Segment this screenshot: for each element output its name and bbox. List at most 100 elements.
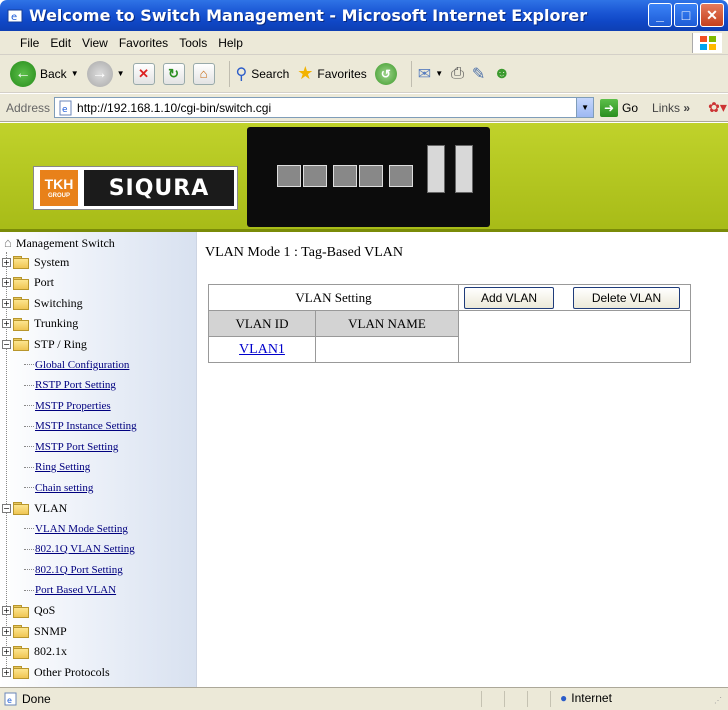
expand-icon[interactable]: + [2,626,11,636]
globe-icon: ● [560,691,568,705]
sidebar-item-system[interactable]: + System [2,253,69,271]
expand-icon[interactable]: + [2,278,11,287]
search-label: Search [251,66,290,81]
collapse-icon[interactable]: − [2,339,11,349]
status-pane [481,691,504,707]
main-content: VLAN Mode 1 : Tag-Based VLAN VLAN Settin… [198,232,728,687]
sidebar-item-trunking[interactable]: + Trunking [2,315,78,333]
sidebar-link-mstp-properties[interactable]: MSTP Properties [24,397,111,415]
delete-vlan-button[interactable]: Delete VLAN [573,286,680,309]
close-button[interactable]: ✕ [700,3,724,27]
history-button[interactable]: ↺ [374,62,397,85]
sidebar-item-other-protocols[interactable]: + Other Protocols [2,663,110,681]
navigation-tree: ⌂ Management Switch + System + Port + Switchi… [0,232,197,687]
window-title: Welcome to Switch Management - Microsoft… [29,6,588,25]
expand-icon[interactable]: + [2,257,11,267]
sidebar-link-port-based-vlan[interactable]: Port Based VLAN [24,581,116,599]
print-button[interactable]: ⎙ [451,65,464,83]
address-dropdown-icon[interactable]: ▼ [576,98,594,117]
expand-icon[interactable]: + [2,647,11,656]
edit-icon: ✎ [471,65,486,83]
sidebar-link-label[interactable]: Global Configuration [35,359,129,371]
back-button[interactable]: ← Back ▼ [10,60,79,87]
sidebar-link-label[interactable]: MSTP Port Setting [35,441,118,453]
sidebar-link-802-1q-vlan-setting[interactable]: 802.1Q VLAN Setting [24,540,135,558]
menu-bar: File Edit View Favorites Tools Help [0,31,728,55]
sidebar-link-ring-setting[interactable]: Ring Setting [24,458,90,476]
stop-button[interactable]: ✕ [132,62,155,85]
messenger-button[interactable]: ☻ [493,65,510,83]
links-label: Links [652,100,681,115]
collapse-icon[interactable]: − [2,503,11,513]
sidebar-item-802-1x[interactable]: +802.1x [2,643,67,661]
address-input[interactable]: e http://192.168.1.10/cgi-bin/switch.cgi… [54,97,595,118]
toolbar-extension-icon[interactable]: ✿▾ [708,99,727,116]
vlan-mode-title: VLAN Mode 1 : Tag-Based VLAN [205,245,403,260]
sidebar-item-port[interactable]: + Port [2,274,54,292]
sidebar-item-label: Trunking [34,316,79,330]
menu-tools[interactable]: Tools [179,36,207,50]
menu-help[interactable]: Help [218,36,243,50]
sidebar-item-stp-ring[interactable]: − STP / Ring [2,335,87,353]
sidebar-item-switching[interactable]: + Switching [2,294,83,312]
sidebar-link-label[interactable]: 802.1Q Port Setting [35,564,123,576]
sidebar-item-snmp[interactable]: + SNMP [2,622,67,640]
refresh-button[interactable]: ↻ [162,62,185,85]
sidebar-link-label[interactable]: Ring Setting [35,461,90,473]
sidebar-link-rstp-port-setting[interactable]: RSTP Port Setting [24,376,116,394]
resize-grip-icon[interactable]: ⋰ [714,696,726,708]
vlan-table: VLAN Setting Add VLAN Delete VLAN VLAN ID… [208,284,691,363]
folder-icon [13,645,29,659]
forward-button[interactable]: → ▼ [86,60,125,87]
expand-icon[interactable]: + [2,667,11,677]
sidebar-link-label[interactable]: 802.1Q VLAN Setting [35,543,135,555]
search-button[interactable]: ⚲ Search [236,64,290,84]
tree-root[interactable]: ⌂ Management Switch [4,234,115,252]
menu-view[interactable]: View [82,36,108,50]
sidebar-link-vlan-mode-setting[interactable]: VLAN Mode Setting [24,520,128,538]
tree-connector [24,446,34,447]
minimize-button[interactable]: _ [648,3,672,27]
expand-icon[interactable]: + [2,606,11,615]
status-pane [504,691,527,707]
sidebar-item-label: Switching [34,295,83,310]
status-bar: e Done ● Internet ⋰ [0,687,728,710]
go-button[interactable]: ➜ Go [600,98,638,117]
home-button[interactable]: ⌂ [192,62,215,85]
sidebar-item-qos[interactable]: + QoS [2,602,55,620]
add-vlan-button[interactable]: Add VLAN [464,286,554,309]
vlan-setting-label: VLAN Setting [208,284,459,311]
dropdown-arrow-icon: ▼ [116,69,125,78]
address-bar: Address e http://192.168.1.10/cgi-bin/sw… [0,94,728,122]
search-icon: ⚲ [235,65,248,83]
mail-button[interactable]: ✉ ▼ [418,64,443,84]
sidebar-link-chain-setting[interactable]: Chain setting [24,479,93,497]
sidebar-link-global-configuration[interactable]: Global Configuration [24,356,129,374]
vlan1-link[interactable]: VLAN1 [239,342,285,357]
security-zone: ● Internet [560,691,612,705]
sidebar-link-mstp-instance-setting[interactable]: MSTP Instance Setting [24,417,137,435]
sidebar-link-label[interactable]: Chain setting [35,482,93,494]
close-icon: ✕ [706,6,718,23]
sidebar-link-label[interactable]: Port Based VLAN [35,584,116,596]
links-button[interactable]: Links » [652,101,690,115]
maximize-button[interactable]: □ [674,3,698,27]
svg-text:e: e [7,696,12,705]
expand-icon[interactable]: + [2,319,11,328]
star-icon: ★ [297,63,314,83]
sidebar-link-label[interactable]: MSTP Properties [35,400,111,412]
expand-icon[interactable]: + [2,298,11,308]
sidebar-link-mstp-port-setting[interactable]: MSTP Port Setting [24,438,118,456]
menu-file[interactable]: File [20,36,39,50]
sidebar-item-vlan[interactable]: − VLAN [2,499,67,517]
tree-connector [24,405,34,406]
sidebar-link-label[interactable]: RSTP Port Setting [35,379,116,391]
sidebar-link-802-1q-port-setting[interactable]: 802.1Q Port Setting [24,561,123,579]
sidebar-link-label[interactable]: VLAN Mode Setting [35,523,128,535]
sidebar-link-label[interactable]: MSTP Instance Setting [35,420,137,432]
menu-favorites[interactable]: Favorites [119,36,168,50]
favorites-button[interactable]: ★ Favorites [297,63,367,84]
sidebar-item-label: VLAN [34,500,68,515]
edit-button[interactable]: ✎ [472,64,485,84]
menu-edit[interactable]: Edit [50,36,71,50]
